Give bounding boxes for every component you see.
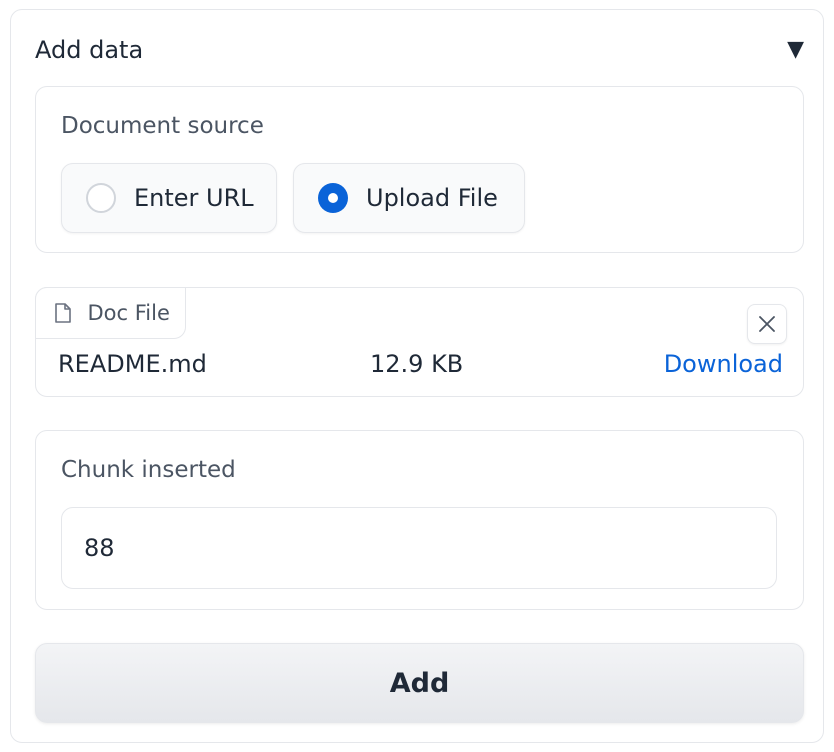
- radio-upload-file-label: Upload File: [366, 184, 498, 212]
- doc-file-tab: Doc File: [34, 286, 186, 339]
- close-icon: [759, 316, 775, 332]
- document-source-group: Document source Enter URL Upload File: [35, 86, 804, 253]
- radio-enter-url-label: Enter URL: [134, 184, 254, 212]
- panel-header[interactable]: Add data ▼: [35, 33, 804, 67]
- chunk-inserted-group: Chunk inserted 88: [35, 430, 804, 610]
- chunk-inserted-field[interactable]: 88: [61, 507, 777, 589]
- document-icon: [54, 302, 71, 323]
- document-source-label: Document source: [61, 113, 264, 139]
- chunk-inserted-label: Chunk inserted: [61, 457, 236, 483]
- radio-enter-url-circle[interactable]: [86, 183, 116, 213]
- file-name: README.md: [58, 350, 207, 378]
- doc-file-group: Doc File README.md 12.9 KB Download: [34, 286, 804, 397]
- doc-file-tab-label: Doc File: [87, 300, 170, 325]
- add-button[interactable]: Add: [35, 643, 804, 723]
- collapse-toggle-icon[interactable]: ▼: [787, 39, 804, 61]
- clear-file-button[interactable]: [747, 304, 787, 344]
- panel-title: Add data: [35, 36, 144, 64]
- file-size: 12.9 KB: [370, 350, 464, 378]
- download-link[interactable]: Download: [664, 350, 783, 378]
- radio-upload-file[interactable]: Upload File: [293, 163, 525, 233]
- radio-enter-url[interactable]: Enter URL: [61, 163, 277, 233]
- radio-upload-file-circle[interactable]: [318, 183, 348, 213]
